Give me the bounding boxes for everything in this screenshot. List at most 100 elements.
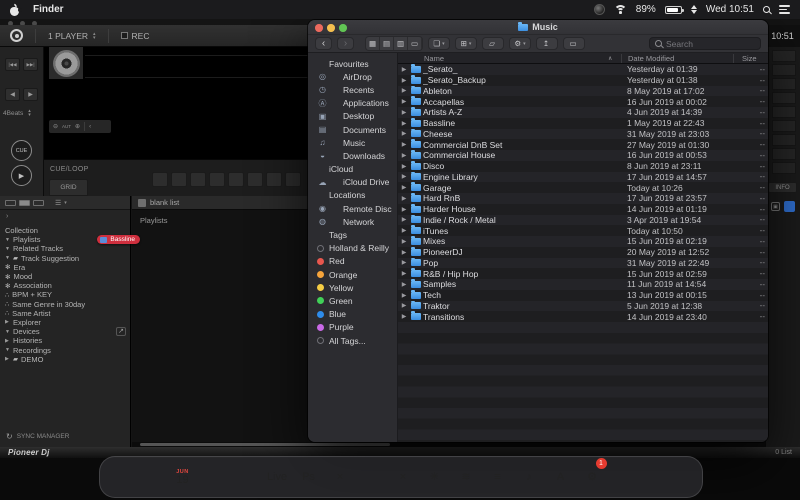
tree-item[interactable]: ∴ Same Genre in 30day <box>0 300 130 309</box>
file-row[interactable]: ▶ Artists A-Z 4 Jun 2019 at 14:39 -- <box>398 107 768 118</box>
player-mode-select[interactable]: 1 PLAYER <box>48 31 88 41</box>
file-row[interactable]: ▶ Commercial House 16 Jun 2019 at 00:53 … <box>398 150 768 161</box>
view-size-icon-active[interactable] <box>19 200 30 206</box>
disclosure-triangle-icon[interactable]: ▶ <box>398 87 410 94</box>
sidebar-item[interactable]: ▤ Documents <box>308 123 397 136</box>
disclosure-icon[interactable]: ▶ <box>5 356 13 362</box>
sidebar-item[interactable]: ◉ Remote Disc <box>308 202 397 215</box>
disclosure-triangle-icon[interactable]: ▶ <box>398 259 410 266</box>
dock-item[interactable] <box>641 457 670 497</box>
dock-item[interactable] <box>672 457 701 497</box>
delete-cue-button[interactable] <box>772 92 796 104</box>
sidebar-item[interactable]: ◒ Downloads <box>308 149 397 162</box>
back-button[interactable]: ‹ <box>315 37 332 50</box>
view-mode-button[interactable]: ▦ <box>366 37 380 50</box>
app-icon[interactable]: JUN 19 <box>169 464 196 491</box>
app-icon[interactable] <box>201 464 228 491</box>
sidebar-item[interactable]: All Tags... <box>308 334 397 347</box>
tree-item[interactable]: ∴ BPM + KEY <box>0 290 130 299</box>
app-icon[interactable]: × <box>327 464 354 491</box>
menu-app-name[interactable]: Finder <box>33 4 64 15</box>
tree-item[interactable]: ▼ Devices ↗ <box>0 327 130 336</box>
dock-item[interactable] <box>609 457 638 497</box>
app-icon[interactable]: ≋ <box>453 464 480 491</box>
sidebar-item[interactable]: Red <box>308 255 397 268</box>
auto-scroll-label[interactable]: AUT <box>62 124 71 129</box>
file-row[interactable]: ▶ PioneerDJ 20 May 2019 at 12:52 -- <box>398 247 768 258</box>
sidebar-item[interactable]: ◎ AirDrop <box>308 70 397 83</box>
disclosure-triangle-icon[interactable]: ▶ <box>398 141 410 148</box>
toolbar-button[interactable]: ▭ <box>563 37 585 50</box>
device-sync-icon[interactable]: ↗ <box>116 327 126 336</box>
disclosure-triangle-icon[interactable]: ▶ <box>398 98 410 105</box>
search-back-button[interactable]: ◀ <box>5 88 20 101</box>
track-previous-button[interactable]: |◀◀ <box>5 58 20 71</box>
tree-item[interactable]: Collection <box>0 226 130 235</box>
file-row[interactable]: ▶ Transitions 14 Jun 2019 at 23:40 -- <box>398 311 768 322</box>
delete-cue-button[interactable] <box>772 148 796 160</box>
zoom-out-icon[interactable]: ⊖ <box>53 124 58 130</box>
disclosure-icon[interactable]: ▶ <box>5 338 13 344</box>
dock-item[interactable]: JUN 19 <box>168 457 197 497</box>
info-button[interactable]: INFO <box>768 182 797 193</box>
disclosure-triangle-icon[interactable]: ▶ <box>398 227 410 234</box>
dock-item[interactable] <box>231 457 260 497</box>
file-row[interactable]: ▶ Garage Today at 10:26 -- <box>398 182 768 193</box>
disclosure-triangle-icon[interactable]: ▶ <box>398 281 410 288</box>
app-icon[interactable] <box>358 464 385 491</box>
jog-wheel-display[interactable] <box>49 47 83 79</box>
disclosure-triangle-icon[interactable]: ▶ <box>398 270 410 277</box>
view-size-icon[interactable] <box>33 200 44 206</box>
sidebar-item[interactable]: Orange <box>308 268 397 281</box>
dock-item[interactable]: Live <box>263 457 292 497</box>
delete-cue-button[interactable] <box>772 162 796 174</box>
dock-item[interactable]: 1 ⚙ <box>578 457 607 497</box>
disclosure-triangle-icon[interactable]: ▶ <box>398 173 410 180</box>
disclosure-triangle-icon[interactable]: ▶ <box>398 184 410 191</box>
app-icon[interactable] <box>232 464 259 491</box>
dock-item[interactable] <box>357 457 386 497</box>
sidebar-item[interactable]: ☁ iCloud Drive <box>308 176 397 189</box>
hot-cue-button[interactable] <box>266 172 282 187</box>
apple-menu-icon[interactable] <box>10 4 20 16</box>
file-row[interactable]: ▶ Accapellas 16 Jun 2019 at 00:02 -- <box>398 96 768 107</box>
disclosure-triangle-icon[interactable]: ▶ <box>398 249 410 256</box>
wifi-icon[interactable] <box>614 5 627 15</box>
battery-icon[interactable] <box>665 6 682 14</box>
hot-cue-button[interactable] <box>209 172 225 187</box>
beat-jump-control[interactable]: 4Beats ▴▾ <box>3 109 31 117</box>
spotlight-search-icon[interactable] <box>763 6 770 13</box>
grid-button[interactable]: GRID <box>49 179 88 196</box>
sidebar-item[interactable]: ◍ Network <box>308 215 397 228</box>
rec-checkbox[interactable] <box>121 32 128 39</box>
close-button[interactable] <box>315 24 323 32</box>
file-row[interactable]: ▶ Pop 31 May 2019 at 22:49 -- <box>398 258 768 269</box>
tree-item[interactable]: ▼ ▰ Track Suggestion <box>0 254 130 263</box>
panel-expander-icon[interactable]: › <box>0 210 130 224</box>
disclosure-triangle-icon[interactable]: ▶ <box>398 195 410 202</box>
delete-cue-button[interactable] <box>772 106 796 118</box>
disclosure-triangle-icon[interactable]: ▶ <box>398 109 410 116</box>
file-row[interactable]: ▶ Indie / Rock / Metal 3 Apr 2019 at 19:… <box>398 215 768 226</box>
file-row[interactable]: ▶ Ableton 8 May 2019 at 17:02 -- <box>398 86 768 97</box>
disclosure-icon[interactable]: ▶ <box>5 319 13 325</box>
menu-clock[interactable]: Wed 10:51 <box>706 4 754 15</box>
view-mode-button[interactable]: ▭ <box>408 37 422 50</box>
track-next-button[interactable]: ▶▶| <box>23 58 38 71</box>
updown-arrows-icon[interactable] <box>691 5 697 14</box>
app-icon[interactable]: ✳ <box>421 464 448 491</box>
dock-item[interactable]: ≡ <box>483 457 512 497</box>
chevron-down-icon[interactable]: ▾ <box>64 200 67 206</box>
tree-item[interactable]: ▼ Related Tracks <box>0 244 130 253</box>
file-row[interactable]: ▶ Engine Library 17 Jun 2019 at 14:57 -- <box>398 172 768 183</box>
notification-center-icon[interactable] <box>779 5 790 13</box>
file-row[interactable]: ▶ Disco 8 Jun 2019 at 23:11 -- <box>398 161 768 172</box>
sync-manager-button[interactable]: ↻ SYNC MANAGER <box>6 432 69 441</box>
hot-cue-button[interactable] <box>152 172 168 187</box>
disclosure-triangle-icon[interactable]: ▶ <box>398 130 410 137</box>
app-icon[interactable]: ≡ <box>484 464 511 491</box>
hot-cue-button[interactable] <box>190 172 206 187</box>
dock-item[interactable] <box>137 457 166 497</box>
search-forward-button[interactable]: ▶ <box>23 88 38 101</box>
disclosure-triangle-icon[interactable]: ▶ <box>398 66 410 73</box>
